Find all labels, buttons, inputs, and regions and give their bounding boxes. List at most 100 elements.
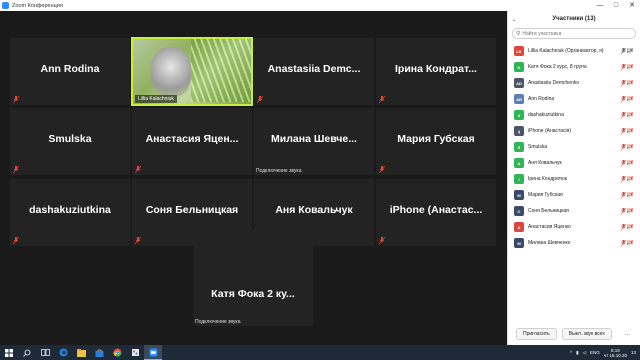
video-tile[interactable]: Anastasiia Demc... xyxy=(254,38,374,105)
title-bar: Zoom Конференция — □ ✕ xyxy=(0,0,640,11)
search-taskbar-button[interactable] xyxy=(18,345,36,360)
participant-search[interactable]: ⚲ xyxy=(512,28,636,39)
muted-mic-icon[interactable] xyxy=(621,176,626,182)
participant-row[interactable]: d dashakuziutkina xyxy=(508,107,640,123)
more-options-button[interactable]: ... xyxy=(625,331,630,337)
participant-name: Ірина Кондрат... xyxy=(395,63,477,75)
muted-mic-icon[interactable] xyxy=(621,192,626,198)
muted-mic-icon[interactable] xyxy=(621,240,626,246)
muted-mic-icon[interactable] xyxy=(621,48,626,54)
muted-mic-icon[interactable] xyxy=(621,208,626,214)
edge-browser-icon xyxy=(59,348,67,357)
collapse-chevron-icon[interactable]: ⌄ xyxy=(508,16,520,23)
camera-off-icon[interactable] xyxy=(627,64,633,69)
task-view-icon xyxy=(40,349,50,356)
camera-off-icon[interactable] xyxy=(627,144,633,149)
avatar: K xyxy=(514,62,524,72)
clock[interactable]: 8:19 чт 15.10.20 xyxy=(604,348,627,358)
camera-off-icon[interactable] xyxy=(627,160,633,165)
connecting-audio-status: Подключение звука xyxy=(195,319,241,325)
chrome-button[interactable] xyxy=(108,345,126,360)
participant-row[interactable]: M Мария Губская xyxy=(508,187,640,203)
zoom-logo-icon xyxy=(2,2,9,9)
participant-row[interactable]: C Соня Бельницкая xyxy=(508,203,640,219)
participant-row[interactable]: I Ірина Кондратюк xyxy=(508,171,640,187)
camera-off-icon[interactable] xyxy=(627,112,633,117)
paint-button[interactable] xyxy=(126,345,144,360)
camera-off-icon[interactable] xyxy=(627,128,633,133)
participant-row[interactable]: A Анастасия Яценко xyxy=(508,219,640,235)
gallery-view: Ann Rodina Lillia Kalachniuk Anastasiia … xyxy=(0,11,507,345)
muted-mic-icon[interactable] xyxy=(621,144,626,150)
video-tile[interactable]: Ірина Кондрат... xyxy=(376,38,496,105)
minimize-button[interactable]: — xyxy=(592,0,608,11)
window-title: Zoom Конференция xyxy=(12,2,63,9)
network-icon[interactable]: ▮ xyxy=(576,350,578,356)
video-tile[interactable]: Smulska xyxy=(10,108,130,175)
camera-off-icon[interactable] xyxy=(627,240,633,245)
zoom-window: Zoom Конференция — □ ✕ Ann Rodina Lillia… xyxy=(0,0,640,345)
participant-list: LK Lillia Kalachniuk (Организатор, я) K Кат… xyxy=(508,43,640,251)
explorer-button[interactable] xyxy=(72,345,90,360)
participant-row[interactable]: AD Anastasiia Demchenko xyxy=(508,75,640,91)
participant-name: dashakuziutkina xyxy=(29,204,111,216)
invite-button[interactable]: Пригласить xyxy=(516,328,557,340)
participant-row[interactable]: i(iPhone (Анастасія) xyxy=(508,123,640,139)
muted-mic-icon[interactable] xyxy=(621,64,626,70)
video-tile[interactable]: Милана Шевче... Подключение звука xyxy=(254,108,374,175)
video-tile[interactable]: Ann Rodina xyxy=(10,38,130,105)
edge-button[interactable] xyxy=(54,345,72,360)
camera-off-icon[interactable] xyxy=(627,224,633,229)
participants-panel: ⌄ Участники (13) ⚲ LK Lillia Kalachniuk (… xyxy=(507,11,640,345)
participant-row[interactable]: AR Ann Rodina xyxy=(508,91,640,107)
start-button[interactable] xyxy=(0,345,18,360)
muted-mic-icon xyxy=(13,237,19,244)
avatar: i( xyxy=(514,126,524,136)
camera-off-icon[interactable] xyxy=(627,48,633,53)
camera-off-icon[interactable] xyxy=(627,208,633,213)
active-speaker-tile[interactable]: Lillia Kalachniuk xyxy=(131,37,253,106)
zoom-taskbar-button[interactable] xyxy=(144,345,162,360)
muted-mic-icon[interactable] xyxy=(621,96,626,102)
participant-row[interactable]: LK Lillia Kalachniuk (Организатор, я) xyxy=(508,43,640,59)
volume-icon[interactable]: ◁ xyxy=(583,350,586,356)
camera-off-icon[interactable] xyxy=(627,96,633,101)
participant-name: Lillia Kalachniuk (Организатор, я) xyxy=(528,48,604,54)
muted-mic-icon[interactable] xyxy=(621,160,626,166)
muted-mic-icon[interactable] xyxy=(621,112,626,118)
camera-off-icon[interactable] xyxy=(627,192,633,197)
mute-all-button[interactable]: Выкл. звук всех xyxy=(561,328,612,340)
task-view-button[interactable] xyxy=(36,345,54,360)
store-button[interactable] xyxy=(90,345,108,360)
participant-row[interactable]: S Smulska xyxy=(508,139,640,155)
participant-row[interactable]: K Катя Фока 2 курс, 8 група xyxy=(508,59,640,75)
video-tile[interactable]: Катя Фока 2 ку... Подключение звука xyxy=(193,230,313,326)
camera-off-icon[interactable] xyxy=(627,176,633,181)
participant-name: Ірина Кондратюк xyxy=(528,176,567,182)
search-input[interactable] xyxy=(522,30,623,37)
close-button[interactable]: ✕ xyxy=(624,0,640,11)
participant-name: Аня Ковальчук xyxy=(528,160,562,166)
avatar: AD xyxy=(514,78,524,88)
participant-name: Милана Шевченко xyxy=(528,240,571,246)
video-tile[interactable]: iPhone (Анастас... xyxy=(376,179,496,246)
participant-row[interactable]: A Аня Ковальчук xyxy=(508,155,640,171)
participant-name: Smulska xyxy=(528,144,548,150)
participant-name: Анастасия Яценко xyxy=(528,224,571,230)
muted-mic-icon[interactable] xyxy=(621,224,626,230)
video-tile[interactable]: Анастасия Яцен... xyxy=(132,108,252,175)
maximize-button[interactable]: □ xyxy=(608,0,624,11)
camera-off-icon[interactable] xyxy=(627,80,633,85)
language-indicator[interactable]: ENG xyxy=(590,350,600,355)
action-center-badge[interactable]: 13 xyxy=(631,350,636,355)
muted-mic-icon[interactable] xyxy=(621,80,626,86)
muted-mic-icon[interactable] xyxy=(621,128,626,134)
muted-mic-icon xyxy=(257,96,263,103)
avatar: M xyxy=(514,190,524,200)
video-tile[interactable]: Мария Губская xyxy=(376,108,496,175)
tray-overflow-icon[interactable]: ^ xyxy=(570,350,572,355)
participant-row[interactable]: M Милана Шевченко xyxy=(508,235,640,251)
video-tile[interactable]: dashakuziutkina xyxy=(10,179,130,246)
avatar: d xyxy=(514,110,524,120)
participant-name: iPhone (Анастас... xyxy=(389,204,483,216)
